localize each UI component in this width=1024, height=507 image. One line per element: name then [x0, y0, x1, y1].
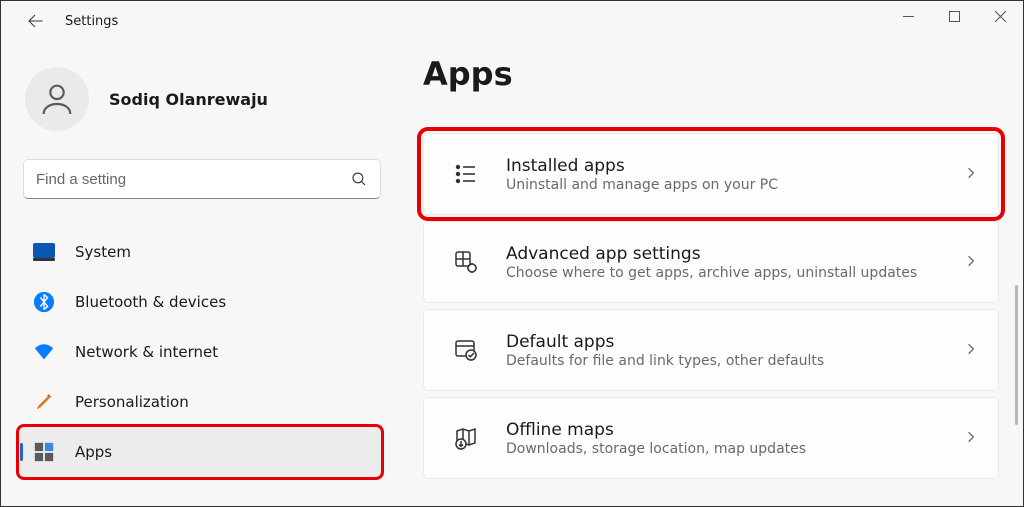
card-subtitle: Choose where to get apps, archive apps, …	[506, 265, 964, 281]
chevron-right-icon	[964, 165, 978, 184]
sidebar-item-bluetooth[interactable]: Bluetooth & devices	[19, 277, 381, 327]
avatar	[25, 67, 89, 131]
card-title: Installed apps	[506, 156, 964, 176]
sidebar-item-label: Network & internet	[75, 343, 218, 361]
maximize-button[interactable]	[931, 1, 977, 31]
arrow-left-icon	[26, 12, 44, 30]
search-icon	[350, 170, 368, 188]
chevron-right-icon	[964, 341, 978, 360]
main-panel: Apps Installed apps Uninstall and manage…	[391, 41, 1023, 506]
apps-icon	[33, 441, 55, 463]
maximize-icon	[949, 11, 960, 22]
minimize-button[interactable]	[885, 1, 931, 31]
page-title: Apps	[423, 55, 999, 93]
scrollbar[interactable]	[1015, 285, 1018, 425]
sidebar-item-apps[interactable]: Apps	[19, 427, 381, 477]
paintbrush-icon	[33, 391, 55, 413]
system-icon	[33, 243, 55, 261]
sidebar-item-personalization[interactable]: Personalization	[19, 377, 381, 427]
sidebar-item-label: Bluetooth & devices	[75, 293, 226, 311]
chevron-right-icon	[964, 429, 978, 448]
card-subtitle: Defaults for file and link types, other …	[506, 353, 964, 369]
sidebar-item-system[interactable]: System	[19, 227, 381, 277]
map-download-icon	[454, 426, 478, 450]
app-gear-icon	[454, 250, 478, 274]
card-default-apps[interactable]: Default apps Defaults for file and link …	[423, 309, 999, 391]
close-button[interactable]	[977, 1, 1023, 31]
list-icon	[454, 162, 478, 186]
card-advanced-app-settings[interactable]: Advanced app settings Choose where to ge…	[423, 221, 999, 303]
search-box[interactable]	[23, 159, 381, 199]
sidebar-item-label: Apps	[75, 443, 112, 461]
back-button[interactable]	[19, 5, 51, 37]
title-bar: Settings	[1, 1, 1023, 41]
close-icon	[995, 11, 1006, 22]
wifi-icon	[33, 341, 55, 363]
minimize-icon	[903, 11, 914, 22]
sidebar: Sodiq Olanrewaju System Bluetooth & devi…	[1, 41, 391, 506]
card-title: Advanced app settings	[506, 244, 964, 264]
card-installed-apps[interactable]: Installed apps Uninstall and manage apps…	[423, 133, 999, 215]
search-input[interactable]	[36, 171, 350, 188]
bluetooth-icon	[33, 291, 55, 313]
user-icon	[37, 79, 77, 119]
card-title: Default apps	[506, 332, 964, 352]
sidebar-item-label: System	[75, 243, 131, 261]
user-profile[interactable]: Sodiq Olanrewaju	[19, 67, 381, 131]
window-check-icon	[454, 338, 478, 362]
sidebar-item-network[interactable]: Network & internet	[19, 327, 381, 377]
user-name: Sodiq Olanrewaju	[109, 90, 268, 109]
chevron-right-icon	[964, 253, 978, 272]
card-title: Offline maps	[506, 420, 964, 440]
card-offline-maps[interactable]: Offline maps Downloads, storage location…	[423, 397, 999, 479]
card-subtitle: Downloads, storage location, map updates	[506, 441, 964, 457]
sidebar-item-label: Personalization	[75, 393, 189, 411]
card-subtitle: Uninstall and manage apps on your PC	[506, 177, 964, 193]
window-title: Settings	[65, 14, 118, 29]
